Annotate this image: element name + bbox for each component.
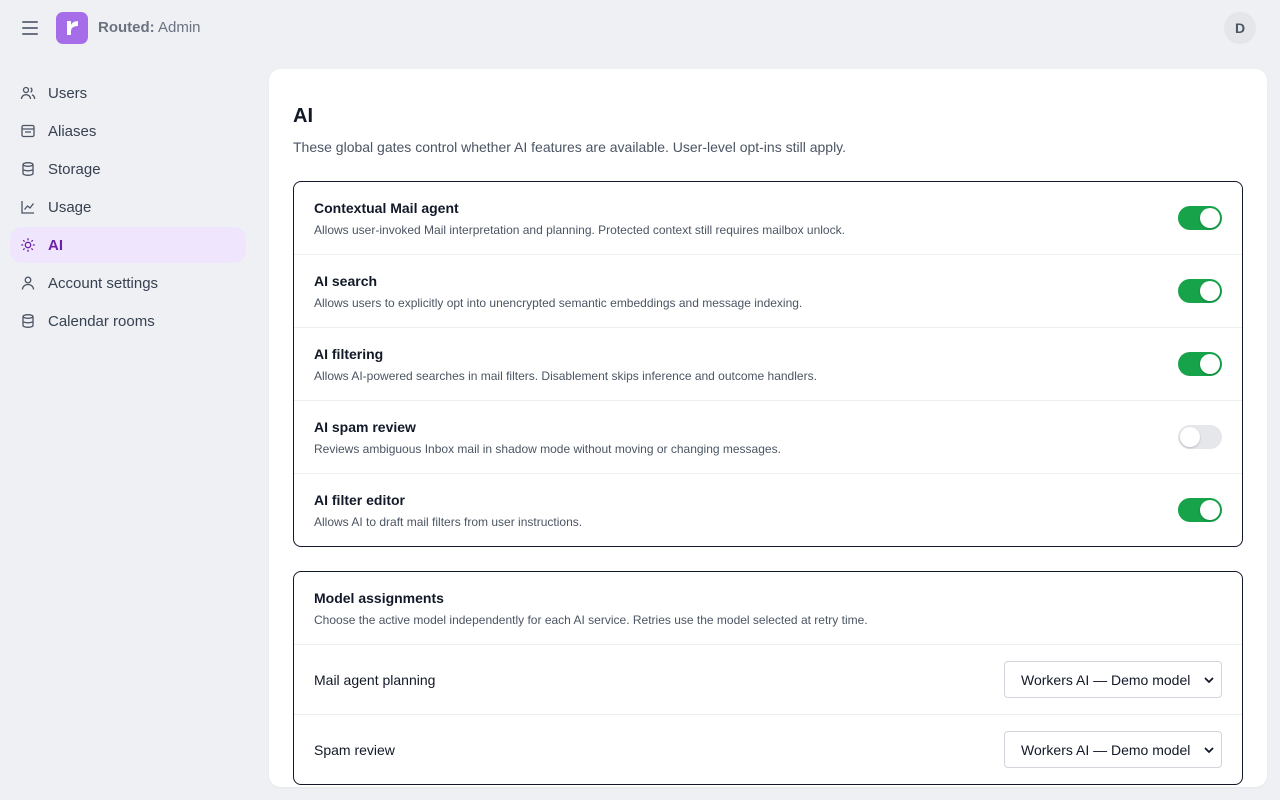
toggle-contextual-mail-agent[interactable] — [1178, 206, 1222, 230]
user-icon — [20, 275, 36, 291]
logo — [56, 12, 88, 44]
gate-description: Allows users to explicitly opt into unen… — [314, 296, 803, 310]
gate-row-ai-filter-editor: AI filter editor Allows AI to draft mail… — [294, 474, 1242, 546]
sidebar: Users Aliases Storage Usage AI Account s… — [10, 75, 246, 341]
sidebar-item-account-settings[interactable]: Account settings — [10, 265, 246, 301]
gate-row-ai-filtering: AI filtering Allows AI-powered searches … — [294, 328, 1242, 401]
gate-title: AI search — [314, 273, 378, 289]
gate-description: Allows AI-powered searches in mail filte… — [314, 369, 817, 383]
select-value: Workers AI — Demo model — [1021, 671, 1191, 688]
toggle-ai-search[interactable] — [1178, 279, 1222, 303]
model-assignments-header: Model assignments Choose the active mode… — [294, 572, 1242, 645]
logo-r-icon — [67, 21, 78, 35]
gate-title: Contextual Mail agent — [314, 200, 459, 216]
toggle-knob — [1200, 281, 1220, 301]
chart-line-icon — [20, 199, 36, 215]
menu-icon[interactable] — [20, 18, 40, 38]
page-description: These global gates control whether AI fe… — [293, 139, 847, 155]
gate-description: Allows AI to draft mail filters from use… — [314, 515, 583, 529]
sidebar-item-label: AI — [48, 236, 63, 254]
avatar[interactable]: D — [1224, 12, 1256, 44]
toggle-ai-filter-editor[interactable] — [1178, 498, 1222, 522]
model-select-spam-review[interactable]: Workers AI — Demo model — [1004, 731, 1222, 768]
toggle-knob — [1180, 427, 1200, 447]
ai-gates-panel: Contextual Mail agent Allows user-invoke… — [293, 181, 1243, 547]
model-row-mail-agent-planning: Mail agent planning Workers AI — Demo mo… — [294, 645, 1242, 715]
toggle-knob — [1200, 354, 1220, 374]
database-icon — [20, 161, 36, 177]
model-assignments-title: Model assignments — [314, 590, 444, 606]
toggle-ai-spam-review[interactable] — [1178, 425, 1222, 449]
gate-row-contextual-mail-agent: Contextual Mail agent Allows user-invoke… — [294, 182, 1242, 255]
inbox-icon — [20, 123, 36, 139]
brand-section: Admin — [154, 19, 201, 36]
sidebar-item-usage[interactable]: Usage — [10, 189, 246, 225]
sidebar-item-label: Calendar rooms — [48, 312, 155, 330]
sidebar-item-label: Usage — [48, 198, 92, 216]
page-title: AI — [293, 105, 313, 127]
sidebar-item-ai[interactable]: AI — [10, 227, 246, 263]
gate-description: Allows user-invoked Mail interpretation … — [314, 223, 845, 237]
gate-title: AI spam review — [314, 419, 416, 435]
model-label: Mail agent planning — [314, 672, 436, 688]
brand-name: Routed: — [98, 19, 155, 36]
gate-row-ai-spam-review: AI spam review Reviews ambiguous Inbox m… — [294, 401, 1242, 474]
sidebar-item-users[interactable]: Users — [10, 75, 246, 111]
users-icon — [20, 85, 36, 101]
gate-title: AI filtering — [314, 346, 384, 362]
gate-row-ai-search: AI search Allows users to explicitly opt… — [294, 255, 1242, 328]
sun-icon — [20, 237, 36, 253]
model-label: Spam review — [314, 742, 395, 758]
sidebar-item-aliases[interactable]: Aliases — [10, 113, 246, 149]
sidebar-item-calendar-rooms[interactable]: Calendar rooms — [10, 303, 246, 339]
chevron-down-icon — [1204, 677, 1214, 683]
toggle-ai-filtering[interactable] — [1178, 352, 1222, 376]
chevron-down-icon — [1204, 747, 1214, 753]
sidebar-item-label: Storage — [48, 160, 101, 178]
toggle-knob — [1200, 208, 1220, 228]
sidebar-item-storage[interactable]: Storage — [10, 151, 246, 187]
sidebar-item-label: Aliases — [48, 122, 97, 140]
model-assignments-panel: Model assignments Choose the active mode… — [293, 571, 1243, 785]
sidebar-item-label: Users — [48, 84, 88, 102]
database-icon — [20, 313, 36, 329]
sidebar-item-label: Account settings — [48, 274, 159, 292]
select-value: Workers AI — Demo model — [1021, 741, 1191, 758]
model-select-mail-agent-planning[interactable]: Workers AI — Demo model — [1004, 661, 1222, 698]
main-card: AI These global gates control whether AI… — [269, 69, 1267, 787]
model-assignments-description: Choose the active model independently fo… — [314, 613, 868, 627]
model-row-spam-review: Spam review Workers AI — Demo model — [294, 715, 1242, 784]
top-bar: Routed: Admin D — [0, 0, 1280, 56]
gate-title: AI filter editor — [314, 492, 406, 508]
brand-title: Routed: Admin — [98, 19, 201, 36]
gate-description: Reviews ambiguous Inbox mail in shadow m… — [314, 442, 781, 456]
toggle-knob — [1200, 500, 1220, 520]
